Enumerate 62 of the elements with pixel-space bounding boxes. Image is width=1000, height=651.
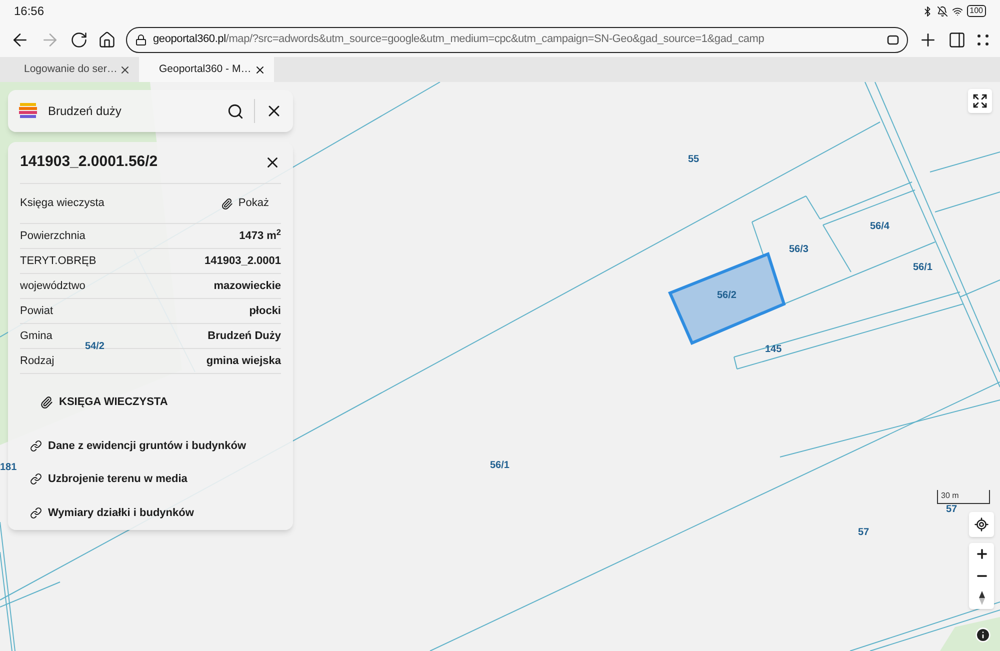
- property-label: województwo: [20, 278, 86, 294]
- tab-icon[interactable]: [887, 34, 899, 44]
- parcel-number: 56/4: [870, 222, 890, 232]
- fullscreen-button[interactable]: [968, 89, 992, 113]
- land-register-link[interactable]: KSIĘGA WIECZYSTA: [20, 394, 281, 410]
- parcel-number: 55: [688, 155, 700, 165]
- parcel-number: 54/2: [85, 342, 104, 352]
- close-icon[interactable]: [119, 64, 131, 76]
- browser-tab[interactable]: Geoportal360 - M…: [139, 57, 274, 82]
- property-label: Powierzchnia: [20, 228, 86, 244]
- search-field[interactable]: Brudzeń duży: [48, 102, 217, 120]
- property-value: mazowieckie: [214, 278, 281, 294]
- info-link[interactable]: Wymiary działki i budynków: [20, 504, 281, 521]
- locate-icon: [974, 517, 989, 532]
- property-label: Gmina: [20, 328, 52, 344]
- parcel-number: 56/1: [490, 461, 510, 471]
- property-label: TERYT.OBRĘB: [20, 254, 96, 269]
- grid-dots-icon[interactable]: [976, 32, 990, 46]
- close-icon[interactable]: [254, 64, 266, 76]
- link-icon: [30, 506, 42, 519]
- property-value: płocki: [249, 304, 281, 319]
- sidebar-icon[interactable]: [948, 30, 966, 48]
- search-icon[interactable]: [227, 102, 244, 120]
- info-icon[interactable]: [975, 627, 991, 643]
- compass-icon: [978, 591, 984, 605]
- property-value: 141903_2.0001: [204, 254, 281, 269]
- bell-off-icon: [936, 6, 948, 16]
- parcel-number: 56/3: [789, 245, 808, 255]
- link-icon: [30, 473, 42, 486]
- locate-button[interactable]: [969, 512, 994, 537]
- status-time: 16:56: [14, 3, 44, 20]
- info-link[interactable]: Dane z ewidencji gruntów i budynków: [20, 438, 281, 454]
- scale-bar: 30 m: [937, 490, 990, 504]
- property-value: Brudzeń Duży: [208, 328, 281, 344]
- url-text: geoportal360.pl/map/?src=adwords&utm_source=google&utm_medium=cpc&utm_campaign=SN-Geo&gad_source=1&gad_camp: [153, 32, 766, 48]
- link-icon: [30, 440, 42, 452]
- bluetooth-icon: [922, 6, 933, 16]
- logo-icon: [18, 101, 38, 121]
- address-bar[interactable]: geoportal360.pl/map/?src=adwords&utm_source=google&utm_medium=cpc&utm_campaign=SN-Geo&gad_source=1&gad_camp: [126, 26, 908, 52]
- expand-icon: [972, 93, 988, 109]
- info-link[interactable]: Uzbrojenie terenu w media: [20, 471, 281, 488]
- lock-icon: [135, 34, 147, 46]
- property-label: Powiat: [20, 304, 54, 319]
- property-value: 1473 m$^{2}$: [239, 228, 281, 244]
- paperclip-icon: [40, 396, 53, 409]
- paperclip-icon: [221, 198, 234, 210]
- property-value: gmina wiejska: [206, 354, 281, 369]
- wifi-icon: [952, 6, 963, 16]
- show-link[interactable]: Pokaż: [221, 195, 281, 212]
- property-label: Rodzaj: [20, 354, 54, 369]
- parcel-number: 181: [0, 463, 17, 473]
- property-label: Księga wieczysta: [20, 196, 104, 212]
- home-icon[interactable]: [98, 30, 116, 48]
- parcel-number: 56/1: [913, 263, 932, 273]
- reload-icon[interactable]: [70, 30, 88, 48]
- parcel-number: 145: [765, 345, 782, 355]
- parcel-title: 141903_2.0001.56/2: [20, 152, 158, 172]
- plus-icon: [974, 547, 988, 561]
- parcel-number: 57: [946, 505, 958, 515]
- battery-level: 100: [966, 5, 986, 17]
- parcel-number: 57: [858, 528, 870, 538]
- parcel-number: 56/2: [717, 291, 736, 301]
